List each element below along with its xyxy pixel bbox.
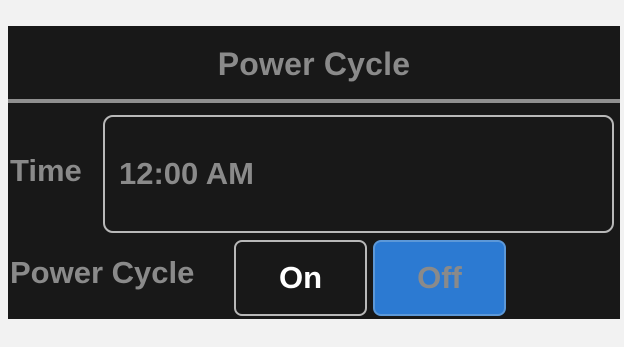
time-field[interactable]: 12:00 AM	[103, 115, 614, 233]
power-cycle-off-button[interactable]: Off	[373, 240, 506, 316]
power-cycle-panel: Power Cycle Time 12:00 AM Power Cycle On…	[8, 26, 620, 319]
page-title: Power Cycle	[217, 45, 411, 82]
on-button-label: On	[278, 260, 323, 295]
header-divider	[8, 99, 620, 103]
time-value: 12:00 AM	[119, 156, 254, 191]
power-cycle-on-button[interactable]: On	[234, 240, 367, 316]
time-label: Time	[10, 153, 82, 188]
power-cycle-label: Power Cycle	[10, 255, 195, 290]
off-button-label: Off	[417, 260, 462, 295]
